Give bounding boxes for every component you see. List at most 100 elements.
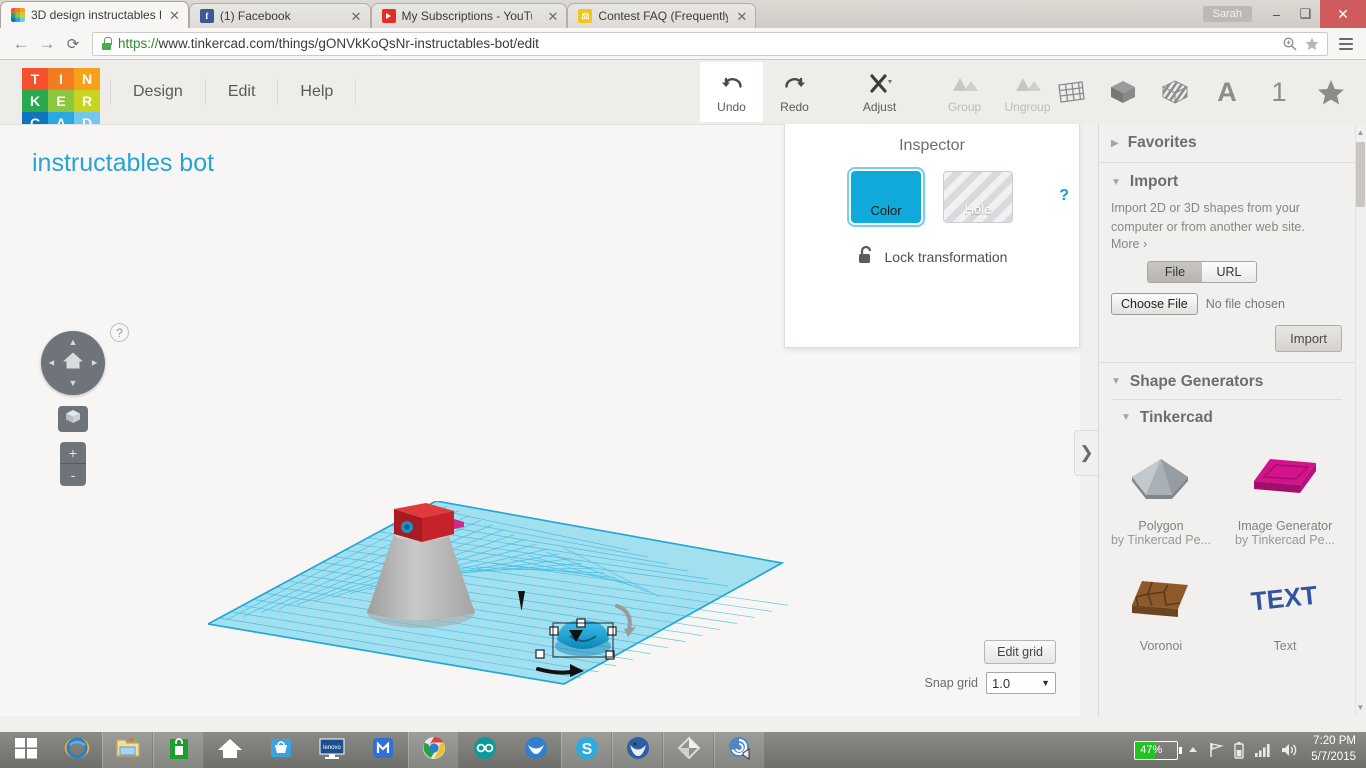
- import-header[interactable]: ▼ Import: [1111, 173, 1342, 191]
- maxthon-button[interactable]: [357, 732, 408, 768]
- battery-icon[interactable]: [1233, 741, 1245, 759]
- chrome-button[interactable]: [408, 732, 459, 768]
- close-icon[interactable]: ✕: [736, 10, 747, 23]
- inspector-help-icon[interactable]: ?: [1059, 187, 1069, 205]
- lock-transformation-label: Lock transformation: [884, 248, 1008, 265]
- tinkercad-group-header[interactable]: ▼ Tinkercad: [1099, 400, 1356, 431]
- action-flag-icon[interactable]: [1208, 742, 1224, 758]
- nav-left-icon[interactable]: ◄: [47, 358, 56, 368]
- start-button[interactable]: [0, 732, 51, 768]
- favorites-header[interactable]: ▶ Favorites: [1111, 134, 1342, 152]
- bookmark-star-icon[interactable]: [1304, 36, 1320, 52]
- menu-item-edit[interactable]: Edit: [206, 79, 279, 105]
- color-swatch-button[interactable]: Color: [847, 167, 925, 227]
- scrollbar-thumb[interactable]: [1356, 142, 1365, 207]
- close-icon[interactable]: ✕: [169, 9, 180, 22]
- skype-button[interactable]: S: [561, 732, 612, 768]
- blue-bag-app-button[interactable]: [255, 732, 306, 768]
- back-button[interactable]: ←: [8, 31, 34, 57]
- forward-button[interactable]: →: [34, 31, 60, 57]
- star-icon[interactable]: [1314, 75, 1348, 109]
- sidebar-scrollbar[interactable]: ▲ ▼: [1355, 124, 1366, 716]
- battery-percent-badge[interactable]: 47%: [1134, 740, 1183, 760]
- volume-icon[interactable]: [1280, 742, 1298, 758]
- shape-item-image-generator[interactable]: Image Generator by Tinkercad Pe...: [1223, 431, 1347, 551]
- unity-button[interactable]: [663, 732, 714, 768]
- chrome-menu-button[interactable]: [1334, 32, 1358, 56]
- browser-tab-youtube[interactable]: My Subscriptions - YouTu ✕: [370, 3, 568, 28]
- import-more-link[interactable]: More ›: [1111, 237, 1342, 251]
- view-navigation-pad[interactable]: ▲ ▼ ◄ ►: [41, 331, 105, 395]
- sidebar-section-import: ▼ Import Import 2D or 3D shapes from you…: [1099, 163, 1356, 363]
- signal-bars-icon[interactable]: [1254, 742, 1271, 758]
- thunderbird-button[interactable]: [612, 732, 663, 768]
- workplane-3d-scene[interactable]: [205, 500, 789, 691]
- logo-tile: T: [22, 68, 48, 90]
- grid-icon[interactable]: [1054, 75, 1088, 109]
- arduino-button[interactable]: [459, 732, 510, 768]
- text-a-icon[interactable]: A: [1210, 75, 1244, 109]
- lenovo-app-button[interactable]: lenovo: [306, 732, 357, 768]
- minimize-button[interactable]: –: [1262, 0, 1291, 28]
- clock[interactable]: 7:20 PM 5/7/2015: [1311, 734, 1360, 765]
- close-icon[interactable]: ✕: [548, 10, 559, 23]
- shape-generators-header[interactable]: ▼ Shape Generators: [1111, 373, 1342, 391]
- edit-grid-button[interactable]: Edit grid: [984, 640, 1056, 664]
- inspector-title: Inspector: [899, 137, 965, 154]
- sidebar-section-favorites[interactable]: ▶ Favorites: [1099, 124, 1356, 163]
- browser-tab-tinkercad[interactable]: 3D design instructables b ✕: [0, 1, 189, 28]
- close-icon[interactable]: ✕: [351, 10, 362, 23]
- import-url-tab[interactable]: URL: [1202, 261, 1256, 282]
- user-chip[interactable]: Sarah: [1202, 6, 1252, 22]
- striped-cube-icon[interactable]: [1158, 75, 1192, 109]
- internet-explorer-button[interactable]: [51, 732, 102, 768]
- shape-author: by Tinkercad Pe...: [1234, 532, 1336, 547]
- undo-button[interactable]: Undo: [700, 62, 763, 122]
- adjust-button[interactable]: Adjust: [848, 62, 911, 122]
- nav-up-icon[interactable]: ▲: [69, 338, 78, 347]
- lock-transformation-row[interactable]: Lock transformation: [785, 245, 1079, 268]
- reload-button[interactable]: ⟳: [60, 31, 86, 57]
- number-one-icon[interactable]: 1: [1262, 75, 1296, 109]
- shape-item-text[interactable]: TEXT Text: [1223, 551, 1347, 657]
- import-file-tab[interactable]: File: [1148, 261, 1202, 282]
- nav-right-icon[interactable]: ►: [90, 358, 99, 368]
- fit-view-button[interactable]: [58, 406, 88, 432]
- audio-app-button[interactable]: [714, 732, 765, 768]
- zoom-icon[interactable]: [1282, 36, 1298, 52]
- canvas-help-icon[interactable]: ?: [110, 323, 129, 342]
- browser-tab-contest-faq[interactable]: ⚖ Contest FAQ (Frequently ✕: [567, 3, 757, 28]
- windows-store-button[interactable]: [153, 732, 204, 768]
- nav-down-icon[interactable]: ▼: [69, 379, 78, 388]
- shape-item-polygon[interactable]: Polygon by Tinkercad Pe...: [1099, 431, 1223, 551]
- file-explorer-button[interactable]: [102, 732, 153, 768]
- solid-cube-icon[interactable]: [1106, 75, 1140, 109]
- import-button[interactable]: Import: [1275, 324, 1342, 352]
- inspector-panel: Inspector Color Hole ? Lock transformati…: [784, 124, 1080, 348]
- scene-svg: [205, 500, 789, 685]
- redo-button[interactable]: Redo: [763, 62, 826, 122]
- menu-item-design[interactable]: Design: [110, 79, 206, 105]
- maximize-button[interactable]: ❑: [1291, 0, 1320, 28]
- home-app-button[interactable]: [204, 732, 255, 768]
- shape-generator-grid: Polygon by Tinkercad Pe... Image Generat…: [1099, 431, 1356, 657]
- zoom-out-button[interactable]: -: [60, 464, 86, 486]
- shape-item-voronoi[interactable]: Voronoi: [1099, 551, 1223, 657]
- menu-item-help[interactable]: Help: [278, 79, 357, 105]
- browser-tab-facebook[interactable]: f (1) Facebook ✕: [188, 3, 371, 28]
- zoom-controls: + -: [60, 442, 86, 486]
- address-bar[interactable]: https:// www.tinkercad.com/things/gONVkK…: [92, 31, 1328, 56]
- bird-app-button[interactable]: [510, 732, 561, 768]
- choose-file-button[interactable]: Choose File: [1111, 292, 1198, 315]
- show-hidden-icon[interactable]: [1187, 744, 1199, 756]
- page-title[interactable]: instructables bot: [32, 149, 214, 178]
- zoom-in-button[interactable]: +: [60, 442, 86, 464]
- scroll-down-icon[interactable]: ▼: [1356, 703, 1365, 712]
- home-icon[interactable]: [62, 351, 84, 376]
- close-window-button[interactable]: ✕: [1320, 0, 1366, 28]
- sidebar-collapse-button[interactable]: ❯: [1074, 430, 1098, 476]
- scroll-up-icon[interactable]: ▲: [1356, 128, 1365, 137]
- hole-swatch-button[interactable]: Hole: [943, 171, 1013, 223]
- snap-grid-select[interactable]: 1.0 ▼: [986, 672, 1056, 694]
- polygon-shape-icon: [1099, 441, 1223, 513]
